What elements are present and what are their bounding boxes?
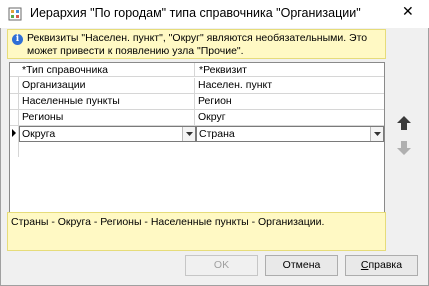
dialog-client: i Реквизиты "Населен. пункт", "Округ" яв… bbox=[1, 28, 428, 285]
current-row-marker-icon bbox=[12, 129, 16, 137]
arrow-up-icon bbox=[397, 116, 411, 130]
type-combobox[interactable]: Округа bbox=[19, 126, 196, 142]
column-header-type[interactable]: *Тип справочника bbox=[19, 63, 195, 77]
hierarchy-path-text: Страны - Округа - Регионы - Населенные п… bbox=[11, 216, 325, 228]
window-title: Иерархия "По городам" типа справочника "… bbox=[30, 6, 361, 20]
close-icon: ✕ bbox=[402, 3, 414, 19]
hierarchy-path-banner: Страны - Округа - Регионы - Населенные п… bbox=[7, 212, 386, 251]
move-down-button[interactable] bbox=[394, 138, 414, 158]
close-button[interactable]: ✕ bbox=[388, 0, 428, 22]
cell-type[interactable]: Населенные пункты bbox=[20, 94, 195, 109]
table-row-selected[interactable]: Округа Страна bbox=[10, 126, 384, 142]
info-icon: i bbox=[12, 34, 23, 45]
attribute-combobox-dropdown[interactable] bbox=[370, 127, 383, 141]
type-combobox-value: Округа bbox=[22, 128, 56, 140]
cell-attribute[interactable]: Населен. пункт bbox=[196, 78, 384, 93]
arrow-down-icon bbox=[397, 141, 411, 155]
column-header-attribute[interactable]: *Реквизит bbox=[196, 63, 384, 77]
cancel-button[interactable]: Отмена bbox=[265, 255, 338, 276]
dialog-window: Иерархия "По городам" типа справочника "… bbox=[0, 0, 429, 286]
attribute-combobox[interactable]: Страна bbox=[196, 126, 384, 142]
table-row[interactable]: Регионы Округ bbox=[10, 110, 384, 126]
info-banner: i Реквизиты "Населен. пункт", "Округ" яв… bbox=[7, 29, 386, 59]
ok-button[interactable]: OK bbox=[185, 255, 258, 276]
cell-attribute[interactable]: Округ bbox=[196, 110, 384, 125]
type-combobox-dropdown[interactable] bbox=[182, 127, 195, 141]
chevron-down-icon bbox=[186, 132, 193, 136]
cell-attribute[interactable]: Регион bbox=[196, 94, 384, 109]
info-text: Реквизиты "Населен. пункт", "Округ" явля… bbox=[27, 32, 368, 57]
move-up-button[interactable] bbox=[394, 113, 414, 133]
hierarchy-grid[interactable]: *Тип справочника *Реквизит Организации Н… bbox=[9, 62, 385, 233]
app-icon bbox=[8, 7, 22, 21]
table-row[interactable]: Организации Населен. пункт bbox=[10, 78, 384, 94]
cell-type[interactable]: Организации bbox=[20, 78, 195, 93]
chevron-down-icon bbox=[374, 132, 381, 136]
title-bar[interactable]: Иерархия "По городам" типа справочника "… bbox=[0, 0, 429, 28]
cell-type[interactable]: Регионы bbox=[20, 110, 195, 125]
help-button-label: правка bbox=[368, 259, 403, 271]
grid-header: *Тип справочника *Реквизит bbox=[10, 63, 384, 77]
attribute-combobox-value: Страна bbox=[199, 128, 235, 140]
table-row[interactable]: Населенные пункты Регион bbox=[10, 94, 384, 110]
help-button[interactable]: Справка bbox=[345, 255, 418, 276]
